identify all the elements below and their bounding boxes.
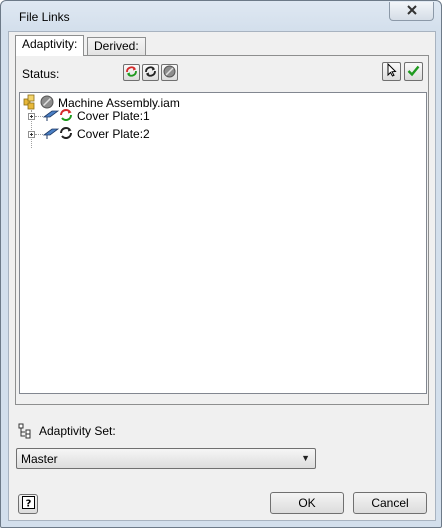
tree-item-label: Cover Plate:1 (77, 109, 150, 123)
part-link-icon (42, 126, 60, 143)
update-red-button[interactable] (123, 64, 140, 81)
checkmark-icon (407, 64, 420, 80)
expand-toggle[interactable] (28, 112, 35, 120)
dropdown-arrow-icon: ▼ (301, 453, 310, 463)
adaptive-link-red-icon (59, 108, 73, 125)
title-bar[interactable]: File Links (1, 1, 441, 31)
expand-toggle[interactable] (28, 130, 35, 138)
tree-item-label: Cover Plate:2 (77, 127, 150, 141)
accept-button[interactable] (404, 62, 423, 81)
adaptivity-set-value: Master (21, 452, 58, 466)
update-black-button[interactable] (142, 64, 159, 81)
close-button[interactable] (389, 2, 434, 21)
window-title: File Links (19, 10, 70, 24)
select-cursor-icon (385, 62, 398, 80)
help-button[interactable]: ? (18, 494, 38, 514)
suppress-button[interactable] (161, 64, 178, 81)
ok-button[interactable]: OK (270, 492, 344, 514)
adaptivity-set-icon (18, 423, 34, 442)
adaptivity-set-label: Adaptivity Set: (39, 424, 116, 438)
adaptive-link-black-icon (59, 126, 73, 143)
close-icon (406, 4, 417, 18)
update-red-icon (125, 65, 138, 81)
suppress-icon (163, 65, 176, 81)
adaptivity-panel: Status: Machine Assembly.iam Cover Plate… (15, 55, 429, 405)
part-link-icon (42, 108, 60, 125)
help-icon: ? (21, 496, 35, 512)
status-label: Status: (22, 67, 60, 81)
adaptivity-set-dropdown[interactable]: Master ▼ (16, 448, 316, 469)
file-links-dialog: File Links Adaptivity: Derived: Status: (0, 0, 442, 528)
tab-adaptivity[interactable]: Adaptivity: (15, 35, 85, 56)
cancel-button[interactable]: Cancel (353, 492, 427, 514)
update-black-icon (144, 65, 157, 81)
svg-text:?: ? (25, 499, 31, 510)
tab-derived-label: Derived: (94, 39, 139, 53)
tab-derived[interactable]: Derived: (87, 37, 146, 55)
select-button[interactable] (382, 62, 401, 81)
tab-adaptivity-label: Adaptivity: (22, 37, 78, 51)
dialog-body: Adaptivity: Derived: Status: Machine Ass… (8, 31, 436, 521)
tree-item-cover-plate-2[interactable]: Cover Plate:2 (28, 125, 150, 143)
tree-item-cover-plate-1[interactable]: Cover Plate:1 (28, 107, 150, 125)
file-links-tree[interactable]: Machine Assembly.iam Cover Plate:1 Cover… (19, 92, 427, 394)
